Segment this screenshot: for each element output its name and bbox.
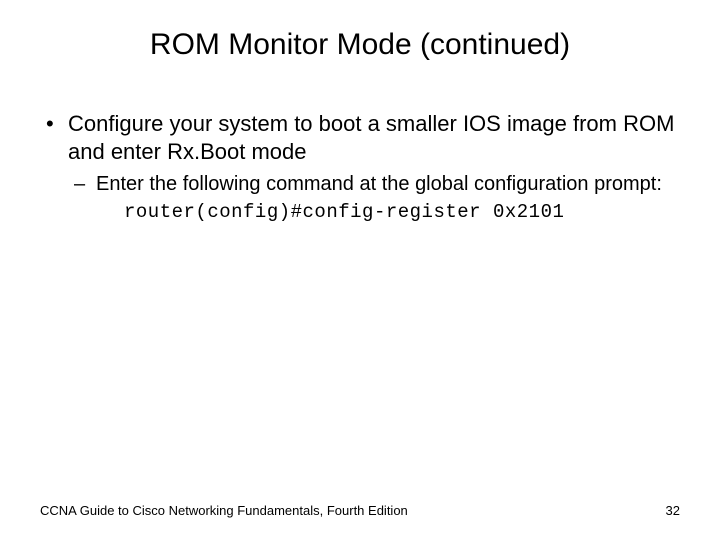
bullet-l1-item: Configure your system to boot a smaller …	[40, 110, 680, 225]
slide-content: Configure your system to boot a smaller …	[40, 110, 680, 225]
code-command: router(config)#config-register 0x2101	[124, 201, 680, 225]
page-number: 32	[666, 503, 680, 518]
slide-footer: CCNA Guide to Cisco Networking Fundament…	[40, 503, 680, 518]
bullet-l2-text: Enter the following command at the globa…	[96, 173, 662, 195]
bullet-list-level2: Enter the following command at the globa…	[68, 171, 680, 197]
slide-title: ROM Monitor Mode (continued)	[40, 28, 680, 62]
bullet-l2-item: Enter the following command at the globa…	[68, 171, 680, 197]
footer-text: CCNA Guide to Cisco Networking Fundament…	[40, 503, 408, 518]
bullet-list-level1: Configure your system to boot a smaller …	[40, 110, 680, 225]
slide-container: ROM Monitor Mode (continued) Configure y…	[0, 0, 720, 540]
bullet-l1-text: Configure your system to boot a smaller …	[68, 111, 674, 164]
